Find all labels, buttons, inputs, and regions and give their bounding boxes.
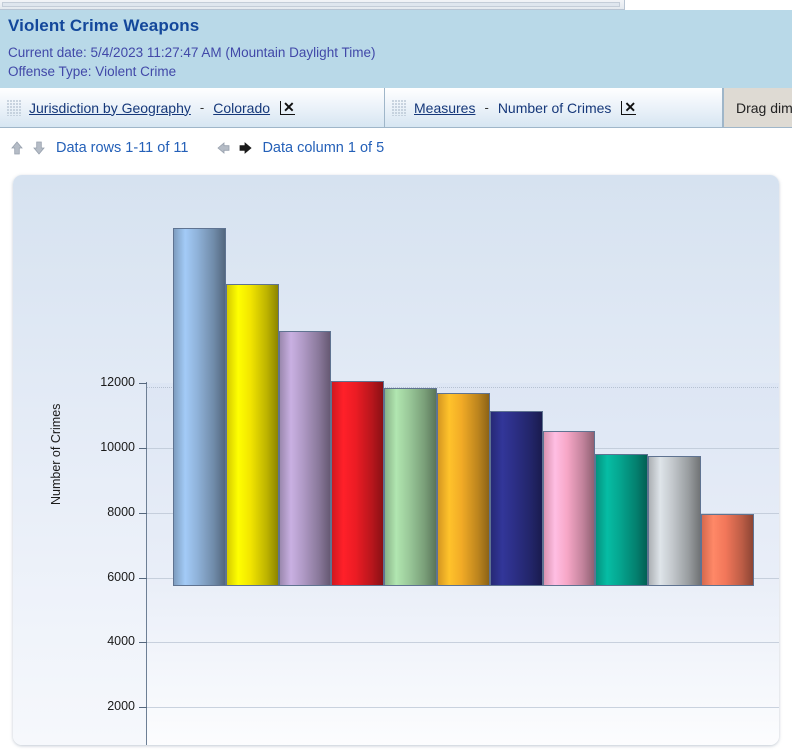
y-tick-mark xyxy=(139,447,147,449)
bar-2014[interactable] xyxy=(595,454,649,586)
bar-2015[interactable] xyxy=(542,430,596,586)
dimension-drop-target[interactable]: Drag dimension here xyxy=(723,88,792,128)
offense-type-text: Offense Type: Violent Crime xyxy=(8,64,177,79)
y-tick-mark xyxy=(139,577,147,579)
bar-2021[interactable] xyxy=(225,284,279,586)
data-column-status: Data column 1 of 5 xyxy=(262,140,385,156)
y-tick-mark xyxy=(139,642,147,644)
bar-2018[interactable] xyxy=(331,381,385,586)
arrow-left-icon[interactable] xyxy=(215,139,231,157)
chip-jurisdiction-by-geography[interactable]: Jurisdiction by Geography - Colorado ✕ xyxy=(0,88,385,128)
y-tick-mark xyxy=(139,512,147,514)
scrollbar-thumb[interactable] xyxy=(2,2,620,7)
bar-2016[interactable] xyxy=(489,410,543,586)
chip-value-label: Number of Crimes xyxy=(497,99,612,116)
bar-2022[interactable] xyxy=(173,227,226,586)
dimension-chip-bar: Jurisdiction by Geography - Colorado ✕ M… xyxy=(0,88,792,128)
report-header: Violent Crime Weapons Current date: 5/4/… xyxy=(0,10,792,88)
chip-separator: - xyxy=(199,100,205,115)
data-navigation-bar: Data rows 1-11 of 11 Data column 1 of 5 xyxy=(0,128,792,168)
chip-dimension-label[interactable]: Jurisdiction by Geography xyxy=(29,100,191,116)
remove-x-icon[interactable]: ✕ xyxy=(621,100,637,115)
grip-dots-icon[interactable] xyxy=(392,99,406,116)
current-date-text: Current date: 5/4/2023 11:27:47 AM (Moun… xyxy=(8,45,376,60)
bar-2017[interactable] xyxy=(437,393,490,586)
bar-2013[interactable] xyxy=(648,456,701,586)
page-title: Violent Crime Weapons xyxy=(8,16,200,35)
bar-2020[interactable] xyxy=(278,330,332,586)
horizontal-scrollbar[interactable] xyxy=(0,0,625,10)
bar-2023[interactable] xyxy=(701,514,754,586)
remove-x-icon[interactable]: ✕ xyxy=(280,100,295,115)
chip-value-label[interactable]: Colorado xyxy=(213,100,270,116)
bar-series-group xyxy=(13,175,779,745)
y-tick-mark xyxy=(139,707,147,709)
chip-dimension-label[interactable]: Measures xyxy=(414,100,475,116)
arrow-right-icon[interactable] xyxy=(237,139,253,157)
arrow-up-icon[interactable] xyxy=(9,139,25,157)
grip-dots-icon[interactable] xyxy=(7,99,21,116)
y-tick-mark xyxy=(139,383,147,384)
chip-separator: - xyxy=(484,100,489,115)
arrow-down-icon[interactable] xyxy=(31,139,47,157)
chip-measures[interactable]: Measures - Number of Crimes ✕ xyxy=(385,88,723,128)
bar-2019[interactable] xyxy=(384,387,437,586)
chart-panel: 120001000080006000400020000 Number of Cr… xyxy=(13,175,779,745)
data-rows-status: Data rows 1-11 of 11 xyxy=(56,140,189,156)
